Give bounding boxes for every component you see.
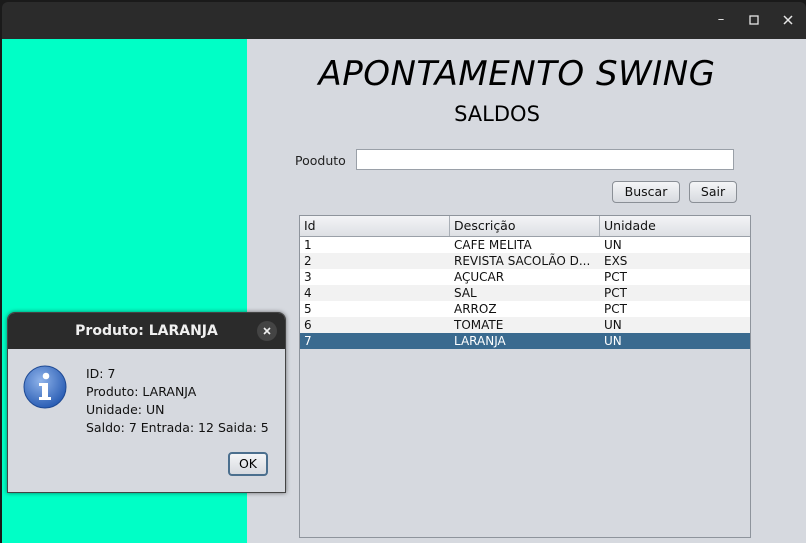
column-header-description[interactable]: Descrição	[450, 216, 600, 236]
cell-unit: PCT	[604, 270, 627, 284]
cell-id: 4	[304, 286, 312, 300]
table-row[interactable]: 6 TOMATE UN	[300, 317, 750, 333]
cell-description: AÇUCAR	[454, 270, 505, 284]
table-row[interactable]: 2 REVISTA SACOLÃO D... EXS	[300, 253, 750, 269]
product-input[interactable]	[356, 149, 734, 170]
maximize-icon[interactable]	[746, 12, 762, 28]
cell-unit: UN	[604, 238, 622, 252]
cell-id: 2	[304, 254, 312, 268]
cell-description: LARANJA	[454, 334, 506, 348]
title-bar: –	[2, 2, 806, 39]
table-row[interactable]: 5 ARROZ PCT	[300, 301, 750, 317]
cell-description: REVISTA SACOLÃO D...	[454, 254, 591, 268]
cell-description: ARROZ	[454, 302, 497, 316]
page-subtitle: SALDOS	[454, 102, 540, 126]
dialog-line-balance: Saldo: 7 Entrada: 12 Saida: 5	[86, 420, 269, 435]
cell-unit: PCT	[604, 302, 627, 316]
products-table: Id Descrição Unidade 1 CAFE MELITA UN 2 …	[299, 215, 751, 538]
search-button[interactable]: Buscar	[612, 181, 680, 203]
cell-id: 6	[304, 318, 312, 332]
cell-id: 7	[304, 334, 312, 348]
table-row-selected[interactable]: 7 LARANJA UN	[300, 333, 750, 349]
cell-description: TOMATE	[454, 318, 504, 332]
info-icon	[23, 365, 67, 409]
cell-unit: UN	[604, 334, 622, 348]
minimize-icon[interactable]: –	[713, 12, 729, 28]
cell-id: 1	[304, 238, 312, 252]
dialog-close-icon[interactable]	[257, 321, 277, 341]
page-title: APONTAMENTO SWING	[318, 54, 716, 94]
ok-button[interactable]: OK	[228, 452, 268, 476]
dialog-line-product: Produto: LARANJA	[86, 384, 197, 399]
cell-id: 5	[304, 302, 312, 316]
cell-unit: EXS	[604, 254, 628, 268]
table-row[interactable]: 3 AÇUCAR PCT	[300, 269, 750, 285]
cell-description: SAL	[454, 286, 477, 300]
cell-unit: PCT	[604, 286, 627, 300]
table-row[interactable]: 4 SAL PCT	[300, 285, 750, 301]
exit-button[interactable]: Sair	[689, 181, 737, 203]
cell-unit: UN	[604, 318, 622, 332]
product-label: Pooduto	[295, 153, 346, 168]
cell-description: CAFE MELITA	[454, 238, 532, 252]
column-header-id[interactable]: Id	[300, 216, 450, 236]
dialog-line-id: ID: 7	[86, 366, 116, 381]
dialog-line-unit: Unidade: UN	[86, 402, 165, 417]
info-dialog: Produto: LARANJA ID: 7 Produto: LARANJA …	[7, 312, 286, 493]
close-icon[interactable]	[780, 12, 796, 28]
table-header: Id Descrição Unidade	[300, 216, 750, 237]
column-header-unit[interactable]: Unidade	[600, 216, 750, 236]
dialog-title: Produto: LARANJA	[8, 313, 285, 349]
cell-id: 3	[304, 270, 312, 284]
main-panel: APONTAMENTO SWING SALDOS Pooduto Buscar …	[247, 39, 806, 543]
table-row[interactable]: 1 CAFE MELITA UN	[300, 237, 750, 253]
